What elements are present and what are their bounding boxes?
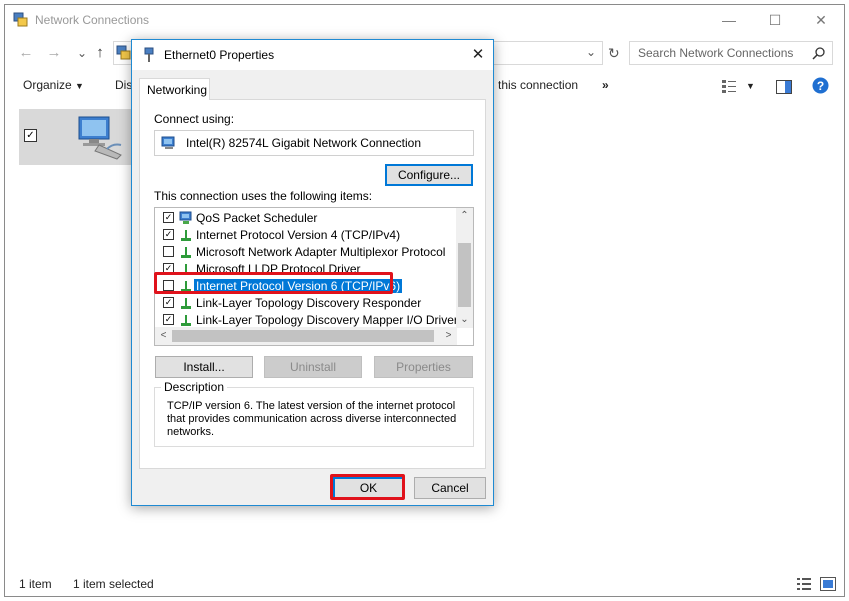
organize-label: Organize bbox=[23, 78, 72, 92]
cancel-button[interactable]: Cancel bbox=[414, 477, 486, 499]
scroll-down-icon[interactable]: ⌄ bbox=[456, 312, 473, 328]
change-view-icon[interactable] bbox=[721, 78, 737, 94]
uninstall-button[interactable]: Uninstall bbox=[264, 356, 362, 378]
explorer-titlebar: Network Connections — ☐ ✕ bbox=[5, 5, 844, 35]
ethernet-cable-icon bbox=[144, 47, 154, 62]
scroll-right-icon[interactable]: > bbox=[440, 327, 457, 345]
back-button[interactable]: ← bbox=[15, 43, 37, 63]
dialog-title: Ethernet0 Properties bbox=[164, 48, 275, 62]
qos-icon bbox=[179, 211, 192, 224]
install-button[interactable]: Install... bbox=[155, 356, 253, 378]
item-checkbox[interactable]: ✓ bbox=[163, 297, 174, 308]
minimize-icon: — bbox=[722, 12, 736, 28]
minimize-button[interactable]: — bbox=[706, 5, 752, 35]
refresh-icon[interactable]: ↻ bbox=[608, 45, 620, 62]
address-location-icon bbox=[116, 45, 131, 60]
svg-text:?: ? bbox=[817, 79, 824, 93]
adapter-name-field: Intel(R) 82574L Gigabit Network Connecti… bbox=[154, 130, 474, 156]
disable-device-command[interactable]: Dis bbox=[115, 78, 132, 92]
connect-using-label: Connect using: bbox=[154, 112, 235, 126]
close-button[interactable]: ✕ bbox=[798, 5, 844, 35]
tab-networking[interactable]: Networking bbox=[139, 78, 210, 100]
adapter-name: Intel(R) 82574L Gigabit Network Connecti… bbox=[186, 136, 422, 150]
list-item[interactable]: ✓ Link-Layer Topology Discovery Responde… bbox=[155, 295, 453, 312]
list-item[interactable]: ✓ Internet Protocol Version 4 (TCP/IPv4) bbox=[155, 227, 453, 244]
forward-arrow-icon: → bbox=[46, 44, 62, 61]
protocol-icon bbox=[181, 315, 191, 326]
item-label: Link-Layer Topology Discovery Mapper I/O… bbox=[196, 313, 458, 327]
up-arrow-icon: ↑ bbox=[96, 44, 104, 61]
ok-highlight-box bbox=[330, 474, 405, 500]
protocol-icon bbox=[181, 298, 191, 309]
details-view-icon[interactable] bbox=[796, 577, 812, 591]
view-options-caret-icon[interactable]: ▼ bbox=[746, 81, 755, 91]
items-list-label: This connection uses the following items… bbox=[154, 189, 373, 203]
item-checkbox[interactable] bbox=[163, 246, 174, 257]
view-toggle-group bbox=[796, 577, 836, 591]
tab-networking-label: Networking bbox=[147, 83, 208, 97]
up-button[interactable]: ↑ bbox=[89, 43, 111, 63]
more-commands-button[interactable]: » bbox=[602, 78, 609, 92]
item-label: QoS Packet Scheduler bbox=[196, 211, 318, 225]
ipv6-highlight-box bbox=[154, 272, 393, 294]
maximize-button[interactable]: ☐ bbox=[752, 5, 798, 35]
forward-button[interactable]: → bbox=[43, 43, 65, 63]
list-item[interactable]: ✓ QoS Packet Scheduler bbox=[155, 210, 453, 227]
description-group: Description TCP/IP version 6. The latest… bbox=[154, 380, 474, 447]
search-input[interactable]: Search Network Connections bbox=[629, 41, 833, 65]
caret-down-icon: ▼ bbox=[75, 81, 84, 91]
properties-button[interactable]: Properties bbox=[374, 356, 473, 378]
protocol-icon bbox=[181, 230, 191, 241]
protocol-icon bbox=[181, 247, 191, 258]
search-placeholder: Search Network Connections bbox=[638, 46, 794, 60]
selection-count: 1 item selected bbox=[73, 577, 154, 591]
item-label: Link-Layer Topology Discovery Responder bbox=[196, 296, 422, 310]
help-icon[interactable]: ? bbox=[812, 77, 829, 94]
preview-pane-icon[interactable] bbox=[776, 80, 792, 94]
window-title: Network Connections bbox=[35, 13, 150, 27]
nic-icon bbox=[161, 136, 175, 149]
horizontal-scroll-thumb[interactable] bbox=[172, 330, 434, 342]
description-legend: Description bbox=[161, 380, 228, 394]
description-text: TCP/IP version 6. The latest version of … bbox=[167, 400, 457, 438]
search-icon bbox=[812, 47, 825, 60]
dialog-close-button[interactable]: ✕ bbox=[463, 40, 493, 70]
close-icon: ✕ bbox=[815, 11, 827, 28]
scroll-left-icon[interactable]: < bbox=[155, 327, 172, 345]
vertical-scroll-thumb[interactable] bbox=[458, 243, 471, 307]
vertical-scrollbar[interactable]: ⌃ ⌄ bbox=[456, 208, 473, 328]
item-count: 1 item bbox=[19, 577, 52, 591]
configure-button[interactable]: Configure... bbox=[385, 164, 473, 186]
status-bar: 1 item 1 item selected bbox=[5, 570, 844, 596]
close-icon: ✕ bbox=[471, 46, 485, 63]
item-checkbox[interactable]: ✓ bbox=[163, 212, 174, 223]
item-select-checkbox[interactable]: ✓ bbox=[24, 129, 37, 142]
back-arrow-icon: ← bbox=[18, 44, 34, 61]
scroll-up-icon[interactable]: ⌃ bbox=[456, 208, 473, 224]
item-checkbox[interactable]: ✓ bbox=[163, 229, 174, 240]
large-icons-view-icon[interactable] bbox=[820, 577, 836, 591]
network-adapter-icon bbox=[78, 116, 122, 160]
maximize-icon: ☐ bbox=[768, 11, 782, 28]
organize-menu[interactable]: Organize ▼ bbox=[23, 78, 84, 92]
address-dropdown-icon[interactable]: ⌄ bbox=[586, 45, 596, 59]
change-settings-command[interactable]: this connection bbox=[498, 78, 578, 92]
ethernet0-connection-item[interactable]: ✓ bbox=[19, 109, 139, 165]
item-label: Internet Protocol Version 4 (TCP/IPv4) bbox=[196, 228, 401, 242]
dialog-titlebar: Ethernet0 Properties ✕ bbox=[132, 40, 493, 70]
list-item[interactable]: Microsoft Network Adapter Multiplexor Pr… bbox=[155, 244, 453, 261]
item-label: Microsoft Network Adapter Multiplexor Pr… bbox=[196, 245, 446, 259]
horizontal-scrollbar[interactable]: < > bbox=[155, 327, 457, 345]
chevron-down-icon: ⌄ bbox=[76, 46, 88, 60]
network-connections-icon bbox=[13, 12, 28, 27]
item-checkbox[interactable]: ✓ bbox=[163, 314, 174, 325]
